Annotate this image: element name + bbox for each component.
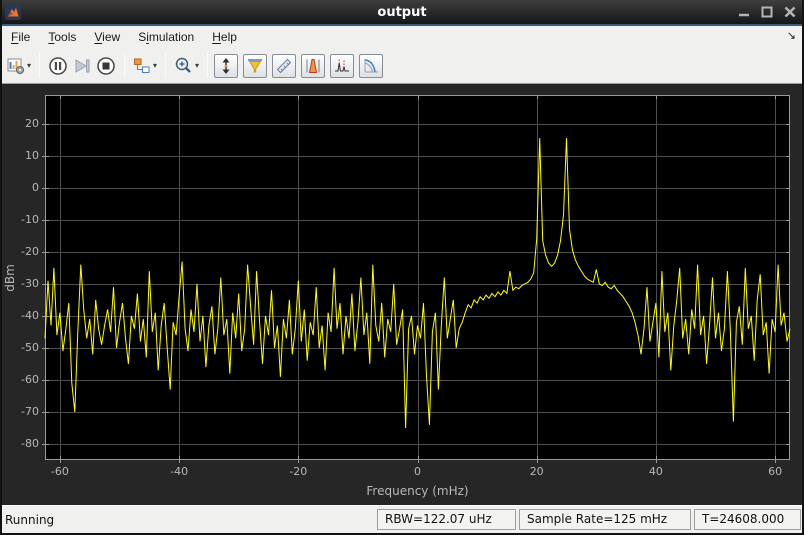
toolbar-separator — [39, 53, 40, 78]
menu-view[interactable]: View — [85, 28, 129, 46]
y-tick-label: 10 — [0, 149, 39, 162]
x-tick-label: 20 — [515, 465, 559, 478]
close-button[interactable] — [783, 5, 797, 19]
pause-icon — [48, 56, 68, 76]
zoom-in-button[interactable]: ▾ — [172, 53, 201, 79]
ccdf-measurements-icon — [362, 57, 380, 75]
toolbar-separator — [207, 53, 208, 78]
distortion-measurements-icon — [333, 57, 351, 75]
sim-time-panel: T=24608.000 — [694, 509, 801, 530]
y-tick-label: -10 — [0, 213, 39, 226]
toolbar-separator — [124, 53, 125, 78]
x-tick-label: -40 — [157, 465, 201, 478]
y-tick-label: -20 — [0, 245, 39, 258]
data-cursors-button[interactable] — [272, 54, 296, 78]
menu-help[interactable]: Help — [203, 28, 246, 46]
pause-button[interactable] — [46, 53, 70, 79]
menubar-overflow-arrow-icon[interactable]: ↘ — [787, 29, 796, 42]
maximize-button[interactable] — [760, 5, 774, 19]
spectral-mask-button[interactable] — [243, 54, 267, 78]
zoom-in-icon — [174, 56, 193, 75]
distortion-measurements-button[interactable] — [330, 54, 354, 78]
menu-bar: File Tools View Simulation Help ↘ — [0, 26, 804, 48]
simulink-model-button[interactable]: ▾ — [131, 53, 159, 79]
status-bar: Running RBW=122.07 uHz Sample Rate=125 m… — [0, 505, 804, 533]
simulink-model-icon — [133, 57, 151, 75]
y-tick-label: -40 — [0, 309, 39, 322]
plot-area[interactable] — [45, 95, 790, 460]
sample-rate-panel: Sample Rate=125 mHz — [519, 509, 691, 530]
y-tick-label: -80 — [0, 437, 39, 450]
spectrum-trace — [45, 138, 790, 428]
x-tick-label: 60 — [753, 465, 797, 478]
y-tick-label: -30 — [0, 277, 39, 290]
x-tick-label: -20 — [276, 465, 320, 478]
menu-file[interactable]: File — [2, 28, 39, 46]
scope-settings-button[interactable]: ▾ — [5, 53, 33, 79]
y-tick-label: -50 — [0, 341, 39, 354]
menu-simulation[interactable]: Simulation — [129, 28, 203, 46]
y-tick-label: -70 — [0, 405, 39, 418]
stop-button[interactable] — [94, 53, 118, 79]
x-tick-label: 0 — [396, 465, 440, 478]
rbw-panel: RBW=122.07 uHz — [377, 509, 516, 530]
spectrum-chart — [45, 95, 790, 460]
data-cursors-icon — [275, 57, 293, 75]
ccdf-measurements-button[interactable] — [359, 54, 383, 78]
peak-finder-button[interactable] — [301, 54, 325, 78]
step-forward-icon — [72, 56, 92, 76]
y-tick-label: -60 — [0, 373, 39, 386]
toolbar-separator — [165, 53, 166, 78]
autoscale-y-button[interactable] — [214, 54, 238, 78]
toolbar: ▾ ▾ — [0, 48, 804, 84]
caret-down-icon: ▾ — [195, 61, 199, 70]
minimize-button[interactable] — [737, 5, 751, 19]
stop-icon — [96, 56, 116, 76]
plot-region: dBm Frequency (mHz) -60-40-2002040602010… — [0, 84, 804, 505]
autoscale-y-icon — [217, 57, 235, 75]
y-tick-label: 20 — [0, 117, 39, 130]
spectral-mask-icon — [246, 57, 264, 75]
x-axis-label: Frequency (mHz) — [45, 484, 790, 498]
menu-tools[interactable]: Tools — [39, 28, 85, 46]
x-tick-label: -60 — [38, 465, 82, 478]
caret-down-icon: ▾ — [27, 61, 31, 70]
simulation-status: Running — [5, 513, 54, 527]
y-tick-label: 0 — [0, 181, 39, 194]
x-tick-label: 40 — [634, 465, 678, 478]
window-title: output — [0, 5, 804, 20]
peak-finder-icon — [304, 57, 322, 75]
step-forward-button[interactable] — [70, 53, 94, 79]
spectrum-analyzer-window: output File Tools View Simulation Help ↘ — [0, 0, 804, 535]
title-bar[interactable]: output — [0, 0, 804, 24]
scope-settings-icon — [7, 57, 25, 75]
caret-down-icon: ▾ — [153, 61, 157, 70]
